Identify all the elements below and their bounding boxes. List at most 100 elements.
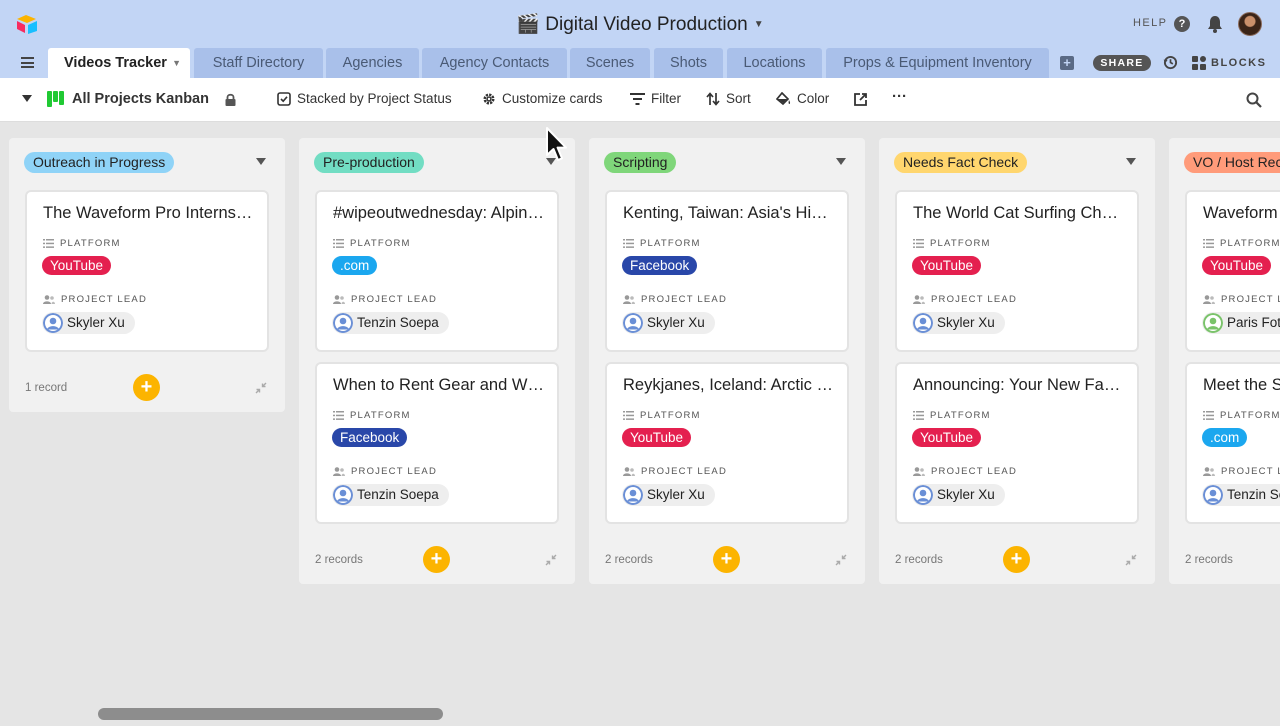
help-icon[interactable]: ? — [1174, 16, 1190, 32]
blocks-button[interactable]: BLOCKS — [1211, 57, 1266, 69]
sort-button[interactable]: Sort — [706, 91, 751, 106]
record-count: 2 records — [1185, 554, 1233, 566]
project-lead-field-label: PROJECT LEAD — [333, 294, 437, 305]
field-label-text: PLATFORM — [640, 410, 701, 421]
user-avatar[interactable] — [1238, 12, 1262, 36]
customize-cards-button[interactable]: Customize cards — [482, 91, 603, 106]
card-title: The Waveform Pro Internship — [43, 204, 255, 222]
project-lead-chip: Skyler Xu — [912, 312, 1005, 334]
share-view-icon[interactable] — [854, 93, 867, 106]
gear-icon — [483, 93, 495, 104]
add-record-button[interactable]: + — [713, 546, 740, 573]
tab-shots[interactable]: Shots — [654, 48, 723, 78]
tab-scenes[interactable]: Scenes — [570, 48, 650, 78]
field-label-text: PROJECT LEAD — [641, 294, 728, 305]
multi-select-field-icon — [623, 411, 634, 420]
base-title-text[interactable]: 🎬 Digital Video Production — [516, 14, 747, 35]
record-card[interactable]: Meet the Shapers PLATFORM .com PROJECT L… — [1185, 362, 1280, 524]
person-avatar-icon — [913, 313, 933, 333]
project-lead-field-label: PROJECT LEAD — [913, 294, 1017, 305]
column-menu-icon[interactable] — [1126, 158, 1136, 165]
person-avatar-icon — [623, 313, 643, 333]
more-options-button[interactable]: ··· — [892, 88, 907, 105]
record-card[interactable]: Announcing: Your New Favorite Board PLAT… — [895, 362, 1139, 524]
horizontal-scrollbar[interactable] — [98, 708, 443, 720]
collapse-stack-icon[interactable] — [255, 382, 267, 394]
record-card[interactable]: Waveform PLATFORM YouTube PROJECT LEAD P… — [1185, 190, 1280, 352]
collapse-stack-icon[interactable] — [545, 554, 557, 566]
collapse-stack-icon[interactable] — [835, 554, 847, 566]
record-card[interactable]: Reykjanes, Iceland: Arctic Surfing PLATF… — [605, 362, 849, 524]
lead-name: Tenzin Soepa — [1227, 487, 1280, 502]
column-menu-icon[interactable] — [256, 158, 266, 165]
add-record-button[interactable]: + — [133, 374, 160, 401]
filter-button[interactable]: Filter — [630, 91, 681, 106]
stacked-by-button[interactable]: Stacked by Project Status — [277, 91, 452, 106]
project-lead-field-label: PROJECT LEAD — [1203, 294, 1280, 305]
field-label-text: PLATFORM — [350, 410, 411, 421]
status-pill[interactable]: Pre-production — [314, 152, 424, 173]
base-title[interactable]: 🎬 Digital Video Production ▼ — [0, 12, 1280, 36]
collaborator-field-icon — [333, 467, 345, 476]
status-pill[interactable]: Scripting — [604, 152, 677, 173]
card-title: #wipeoutwednesday: Alpine Fails — [333, 204, 545, 222]
project-lead-chip: Tenzin Soepa — [1202, 484, 1280, 506]
add-record-button[interactable]: + — [423, 546, 450, 573]
history-icon[interactable] — [1163, 55, 1178, 70]
platform-field-label: PLATFORM — [913, 410, 991, 421]
tab-staff-directory[interactable]: Staff Directory — [194, 48, 323, 78]
add-record-button[interactable]: + — [1003, 546, 1030, 573]
field-label-text: PROJECT LEAD — [351, 294, 438, 305]
field-label-text: PROJECT LEAD — [61, 294, 148, 305]
table-tabs: Videos Tracker ▼ Staff Directory Agencies… — [0, 48, 1280, 78]
field-label-text: PROJECT LEAD — [351, 466, 438, 477]
card-title: The World Cat Surfing Championship — [913, 204, 1125, 222]
record-card[interactable]: Kenting, Taiwan: Asia's Hidden Surf PLAT… — [605, 190, 849, 352]
column-header: Needs Fact Check — [879, 138, 1155, 186]
view-name[interactable]: All Projects Kanban — [72, 91, 209, 107]
tab-videos-tracker[interactable]: Videos Tracker ▼ — [48, 48, 190, 78]
views-sidebar-toggle-icon[interactable] — [22, 95, 32, 102]
collaborator-field-icon — [43, 295, 55, 304]
person-avatar-icon — [623, 485, 643, 505]
filter-icon — [630, 92, 645, 105]
tab-agency-contacts[interactable]: Agency Contacts — [422, 48, 567, 78]
project-lead-field-label: PROJECT LEAD — [1203, 466, 1280, 477]
chevron-down-icon[interactable]: ▼ — [754, 19, 764, 30]
person-avatar-icon — [333, 313, 353, 333]
card-title: Reykjanes, Iceland: Arctic Surfing — [623, 376, 835, 394]
card-title: Meet the Shapers — [1203, 376, 1280, 394]
status-pill[interactable]: VO / Host Recording — [1184, 152, 1280, 173]
sort-label: Sort — [726, 91, 751, 106]
status-pill[interactable]: Outreach in Progress — [24, 152, 175, 173]
record-card[interactable]: The Waveform Pro Internship PLATFORM You… — [25, 190, 269, 352]
chevron-down-icon[interactable]: ▼ — [172, 48, 181, 78]
filter-label: Filter — [651, 91, 681, 106]
record-card[interactable]: When to Rent Gear and When to Buy PLATFO… — [315, 362, 559, 524]
color-button[interactable]: Color — [776, 91, 829, 106]
record-card[interactable]: #wipeoutwednesday: Alpine Fails PLATFORM… — [315, 190, 559, 352]
tab-props-equipment[interactable]: Props & Equipment Inventory — [826, 48, 1049, 78]
tab-locations[interactable]: Locations — [727, 48, 822, 78]
tab-label: Staff Directory — [212, 55, 305, 71]
record-card[interactable]: The World Cat Surfing Championship PLATF… — [895, 190, 1139, 352]
collapse-stack-icon[interactable] — [1125, 554, 1137, 566]
help-link[interactable]: HELP — [1133, 17, 1167, 29]
record-count: 2 records — [605, 554, 653, 566]
person-avatar-icon — [913, 485, 933, 505]
multi-select-field-icon — [913, 411, 924, 420]
tab-agencies[interactable]: Agencies — [326, 48, 419, 78]
collaborator-field-icon — [333, 295, 345, 304]
person-avatar-icon — [43, 313, 63, 333]
share-button[interactable]: SHARE — [1093, 55, 1151, 71]
bell-icon[interactable] — [1207, 15, 1223, 33]
add-table-icon[interactable]: + — [1060, 56, 1074, 70]
column-footer: 2 records + — [589, 534, 865, 584]
search-icon[interactable] — [1246, 92, 1262, 108]
platform-field-label: PLATFORM — [623, 238, 701, 249]
hamburger-menu-icon[interactable] — [21, 57, 34, 68]
status-pill[interactable]: Needs Fact Check — [894, 152, 1028, 173]
kanban-column: Outreach in Progress The Waveform Pro In… — [9, 138, 285, 412]
column-menu-icon[interactable] — [836, 158, 846, 165]
blocks-icon[interactable] — [1192, 56, 1206, 70]
